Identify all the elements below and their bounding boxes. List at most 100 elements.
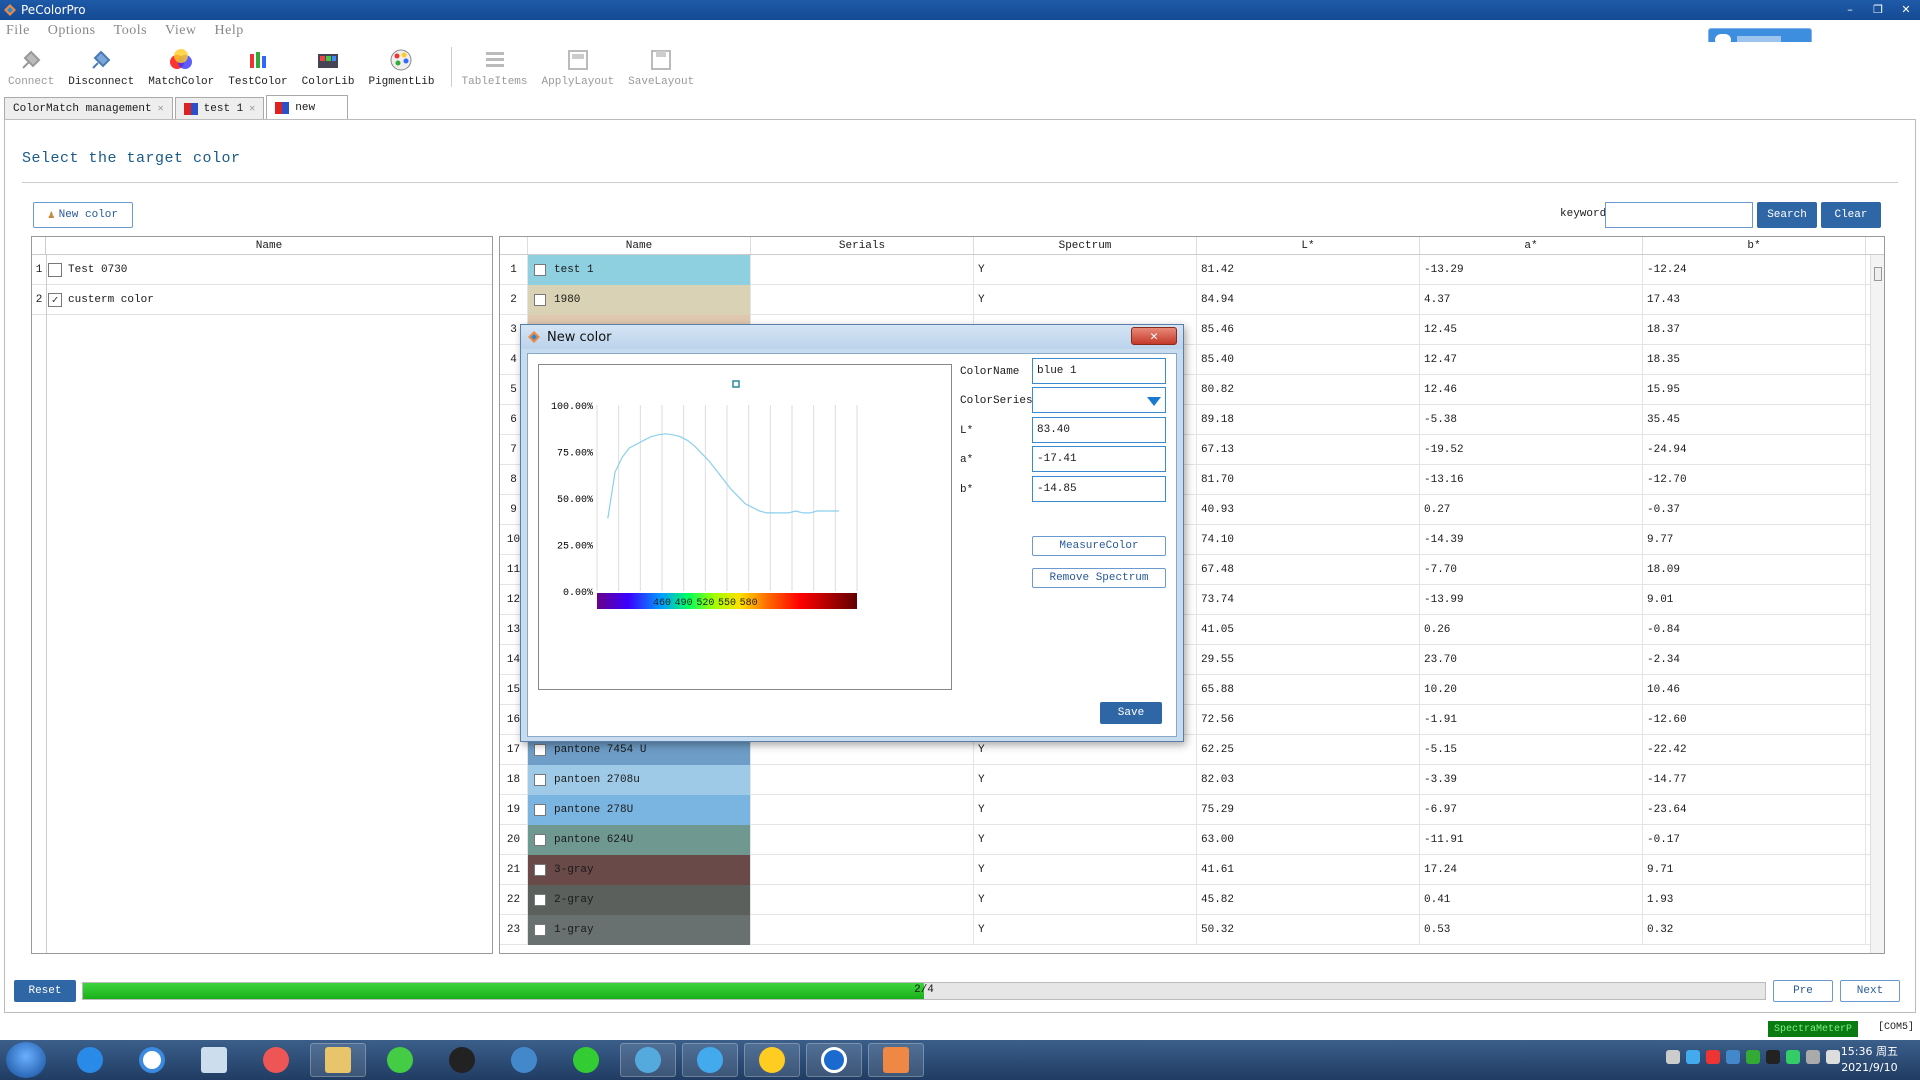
list-item[interactable]: 2 ✓ custerm color [32, 285, 492, 315]
table-row[interactable]: 22 2-gray Y 45.82 0.41 1.93 [500, 884, 1884, 915]
row-checkbox[interactable] [534, 863, 546, 876]
vertical-scrollbar[interactable] [1870, 255, 1884, 953]
qq-icon[interactable] [434, 1043, 490, 1077]
pigment-lib-button[interactable]: PigmentLib [368, 42, 435, 92]
connect-button[interactable]: Connect [8, 42, 54, 92]
menu-file[interactable]: File [6, 23, 30, 39]
disconnect-button[interactable]: Disconnect [68, 42, 134, 92]
volume-icon[interactable] [1826, 1050, 1840, 1064]
test-color-button[interactable]: TestColor [228, 42, 288, 92]
row-checkbox[interactable] [534, 833, 546, 846]
minimize-icon[interactable]: – [1836, 0, 1864, 18]
column-header-name[interactable]: Name [46, 237, 492, 254]
column-header-l[interactable]: L* [1197, 237, 1420, 254]
explorer-icon[interactable] [310, 1043, 366, 1077]
new-color-button[interactable]: ♟ New color [33, 202, 133, 228]
shield-icon[interactable] [1726, 1050, 1740, 1064]
row-checkbox[interactable] [534, 743, 546, 756]
cloud-app-icon[interactable] [124, 1043, 180, 1077]
table-row[interactable]: 20 pantone 624U Y 63.00 -11.91 -0.17 [500, 824, 1884, 855]
table-row[interactable]: 23 1-gray Y 50.32 0.53 0.32 [500, 914, 1884, 945]
color-series-select[interactable] [1032, 387, 1166, 413]
row-checkbox[interactable] [534, 803, 546, 816]
row-checkbox[interactable] [48, 262, 62, 277]
plus-app-icon[interactable] [744, 1043, 800, 1077]
l-input[interactable]: 83.40 [1032, 417, 1166, 443]
feed-icon[interactable] [496, 1043, 552, 1077]
row-checkbox[interactable] [534, 293, 546, 306]
a-input[interactable]: -17.41 [1032, 446, 1166, 472]
close-tab-icon[interactable]: ✕ [249, 103, 255, 115]
plus-tray-icon[interactable] [1786, 1050, 1800, 1064]
row-checkbox[interactable] [534, 773, 546, 786]
table-row[interactable]: 2 1980 Y 84.94 4.37 17.43 [500, 284, 1884, 315]
keyboard-icon[interactable] [1666, 1050, 1680, 1064]
browser-icon[interactable] [372, 1043, 428, 1077]
save-layout-button[interactable]: SaveLayout [628, 42, 694, 92]
feed2-icon[interactable] [620, 1043, 676, 1077]
wechat-tray-icon[interactable] [1746, 1050, 1760, 1064]
list-item[interactable]: 1 Test 0730 [32, 255, 492, 285]
color-swatch-cell[interactable]: pantoen 2708u [528, 764, 751, 795]
column-header-spectrum[interactable]: Spectrum [974, 237, 1197, 254]
keyword-input[interactable] [1605, 202, 1753, 228]
color-swatch-cell[interactable]: pantone 278U [528, 794, 751, 825]
color-lib-button[interactable]: ColorLib [302, 42, 354, 92]
row-checkbox[interactable] [534, 893, 546, 906]
close-tab-icon[interactable]: ✕ [158, 103, 164, 115]
restore-icon[interactable]: ❐ [1864, 0, 1892, 18]
wps-icon[interactable] [1706, 1050, 1720, 1064]
next-button[interactable]: Next [1840, 980, 1900, 1002]
color-swatch-cell[interactable]: test 1 [528, 254, 751, 285]
column-header-serials[interactable]: Serials [751, 237, 974, 254]
reset-button[interactable]: Reset [14, 980, 76, 1002]
menu-view[interactable]: View [165, 23, 196, 39]
tab-test-1[interactable]: test 1 ✕ [174, 97, 265, 119]
column-header-name[interactable]: Name [528, 237, 751, 254]
color-swatch-cell[interactable]: 1980 [528, 284, 751, 315]
calculator-icon[interactable] [186, 1043, 242, 1077]
menu-tools[interactable]: Tools [114, 23, 147, 39]
close-icon[interactable]: ✕ [1892, 0, 1920, 18]
color-name-input[interactable]: blue 1 [1032, 358, 1166, 384]
column-header-a[interactable]: a* [1420, 237, 1643, 254]
row-checkbox[interactable] [534, 263, 546, 276]
ie-icon[interactable] [62, 1043, 118, 1077]
menu-help[interactable]: Help [215, 23, 244, 39]
scrollbar-thumb[interactable] [1874, 267, 1882, 281]
paper-plane-icon[interactable] [682, 1043, 738, 1077]
match-color-button[interactable]: MatchColor [148, 42, 214, 92]
table-row[interactable]: 19 pantone 278U Y 75.29 -6.97 -23.64 [500, 794, 1884, 825]
tab-new[interactable]: new [266, 95, 349, 119]
table-row[interactable]: 18 pantoen 2708u Y 82.03 -3.39 -14.77 [500, 764, 1884, 795]
save-button[interactable]: Save [1100, 702, 1162, 724]
row-checkbox[interactable]: ✓ [48, 292, 62, 307]
color-swatch-cell[interactable]: 2-gray [528, 884, 751, 915]
network-icon[interactable] [1806, 1050, 1820, 1064]
clear-button[interactable]: Clear [1821, 202, 1881, 228]
color-swatch-cell[interactable]: 1-gray [528, 914, 751, 945]
table-items-button[interactable]: TableItems [462, 42, 528, 92]
apply-layout-button[interactable]: ApplyLayout [542, 42, 614, 92]
color-swatch-cell[interactable]: 3-gray [528, 854, 751, 885]
row-checkbox[interactable] [534, 923, 546, 936]
search-button[interactable]: Search [1757, 202, 1817, 228]
dialog-close-button[interactable]: ✕ [1131, 327, 1177, 345]
color-swatch-cell[interactable]: pantone 624U [528, 824, 751, 855]
start-button[interactable] [6, 1042, 46, 1078]
clock[interactable]: 15:36 周五 2021/9/10 [1841, 1044, 1898, 1076]
b-input[interactable]: -14.85 [1032, 476, 1166, 502]
menu-options[interactable]: Options [48, 23, 96, 39]
wechat-icon[interactable] [558, 1043, 614, 1077]
pecolorpro-taskbar-icon[interactable] [868, 1043, 924, 1077]
column-header-b[interactable]: b* [1643, 237, 1866, 254]
pre-button[interactable]: Pre [1773, 980, 1833, 1002]
tray-app-icon[interactable] [1686, 1050, 1700, 1064]
teamviewer-icon[interactable] [806, 1043, 862, 1077]
measure-color-button[interactable]: MeasureColor [1032, 536, 1166, 556]
tab-colormatch-management[interactable]: ColorMatch management ✕ [4, 97, 173, 119]
remove-spectrum-button[interactable]: Remove Spectrum [1032, 568, 1166, 588]
paint-icon[interactable] [248, 1043, 304, 1077]
table-row[interactable]: 1 test 1 Y 81.42 -13.29 -12.24 [500, 254, 1884, 285]
qq-tray-icon[interactable] [1766, 1050, 1780, 1064]
